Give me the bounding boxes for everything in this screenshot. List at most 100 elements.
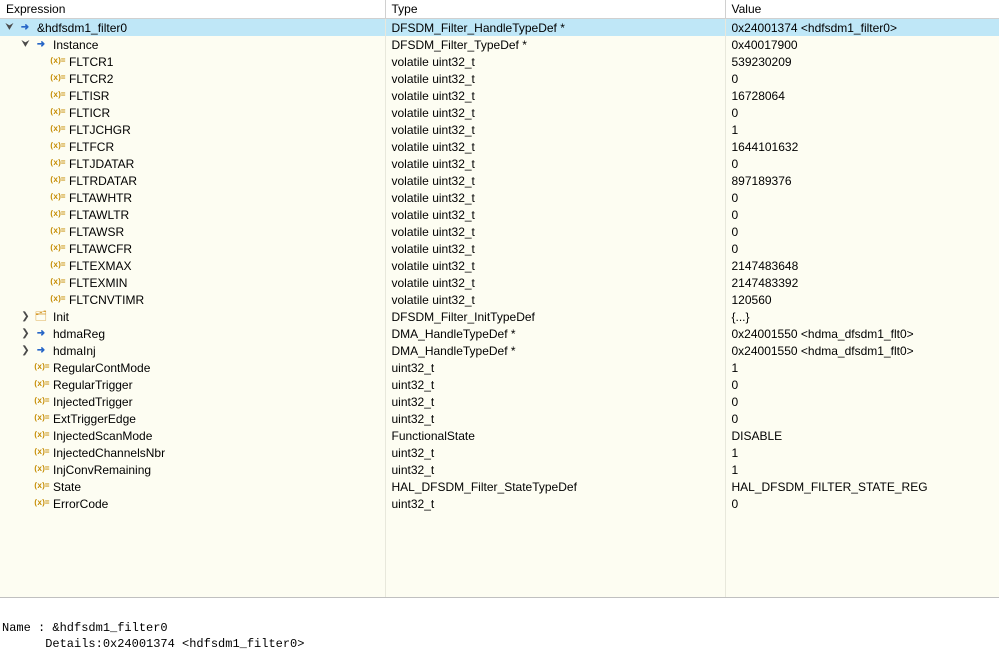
table-row[interactable]: (x)=ErrorCodeuint32_t0 [0, 495, 999, 512]
expander-none [20, 362, 31, 373]
pointer-icon: ➜ [17, 20, 33, 36]
table-row[interactable]: (x)=FLTICRvolatile uint32_t0 [0, 104, 999, 121]
table-row[interactable]: (x)=InjectedScanModeFunctionalStateDISAB… [0, 427, 999, 444]
expander-none [36, 175, 47, 186]
expander-none [36, 260, 47, 271]
table-row[interactable]: (x)=StateHAL_DFSDM_Filter_StateTypeDefHA… [0, 478, 999, 495]
variable-icon: (x)= [49, 258, 65, 274]
value-cell: 2147483648 [725, 257, 999, 274]
expression-name: FLTCR2 [67, 72, 113, 86]
table-row[interactable]: (x)=FLTAWSRvolatile uint32_t0 [0, 223, 999, 240]
expression-name: hdmaInj [51, 344, 96, 358]
value-cell: 539230209 [725, 53, 999, 70]
variable-icon: (x)= [49, 105, 65, 121]
empty-row[interactable] [0, 546, 999, 563]
table-row[interactable]: (x)=FLTCNVTIMRvolatile uint32_t120560 [0, 291, 999, 308]
table-row[interactable]: ⮟➜&hdfsdm1_filter0DFSDM_Filter_HandleTyp… [0, 19, 999, 37]
col-value[interactable]: Value [725, 0, 999, 19]
expander-closed-icon[interactable]: ❯ [20, 328, 31, 339]
expander-none [36, 192, 47, 203]
type-cell: DMA_HandleTypeDef * [385, 342, 725, 359]
table-row[interactable]: ❯➜hdmaInjDMA_HandleTypeDef *0x24001550 <… [0, 342, 999, 359]
variable-icon: (x)= [49, 156, 65, 172]
expander-none [36, 243, 47, 254]
expression-name: ErrorCode [51, 497, 108, 511]
table-row[interactable]: (x)=InjConvRemaininguint32_t1 [0, 461, 999, 478]
table-row[interactable]: (x)=FLTJDATARvolatile uint32_t0 [0, 155, 999, 172]
table-row[interactable]: (x)=FLTFCRvolatile uint32_t1644101632 [0, 138, 999, 155]
expression-name: InjConvRemaining [51, 463, 151, 477]
expression-name: InjectedChannelsNbr [51, 446, 165, 460]
type-cell: FunctionalState [385, 427, 725, 444]
table-row[interactable]: (x)=FLTAWLTRvolatile uint32_t0 [0, 206, 999, 223]
table-row[interactable]: (x)=ExtTriggerEdgeuint32_t0 [0, 410, 999, 427]
table-row[interactable]: (x)=FLTISRvolatile uint32_t16728064 [0, 87, 999, 104]
expander-open-icon[interactable]: ⮟ [4, 22, 15, 33]
table-row[interactable]: ⮟➜InstanceDFSDM_Filter_TypeDef *0x400179… [0, 36, 999, 53]
empty-row[interactable] [0, 580, 999, 597]
table-row[interactable]: ❯➜hdmaRegDMA_HandleTypeDef *0x24001550 <… [0, 325, 999, 342]
variable-icon: (x)= [49, 88, 65, 104]
variable-icon: (x)= [49, 275, 65, 291]
table-row[interactable]: ❯🗂InitDFSDM_Filter_InitTypeDef{...} [0, 308, 999, 325]
table-row[interactable]: (x)=RegularTriggeruint32_t0 [0, 376, 999, 393]
expression-name: Init [51, 310, 69, 324]
expression-name: FLTJDATAR [67, 157, 134, 171]
table-row[interactable]: (x)=InjectedTriggeruint32_t0 [0, 393, 999, 410]
empty-row[interactable] [0, 529, 999, 546]
expander-open-icon[interactable]: ⮟ [20, 39, 31, 50]
expander-none [36, 226, 47, 237]
variable-icon: (x)= [49, 54, 65, 70]
value-cell: 16728064 [725, 87, 999, 104]
value-cell: 0 [725, 410, 999, 427]
variable-icon: (x)= [33, 394, 49, 410]
expression-name: InjectedTrigger [51, 395, 133, 409]
value-cell: 1 [725, 359, 999, 376]
variable-icon: (x)= [33, 428, 49, 444]
type-cell: volatile uint32_t [385, 274, 725, 291]
empty-row[interactable] [0, 563, 999, 580]
type-cell: uint32_t [385, 461, 725, 478]
value-cell: HAL_DFSDM_FILTER_STATE_REG [725, 478, 999, 495]
type-cell: volatile uint32_t [385, 70, 725, 87]
expander-none [20, 413, 31, 424]
expander-none [36, 90, 47, 101]
table-row[interactable]: (x)=FLTCR1volatile uint32_t539230209 [0, 53, 999, 70]
variable-icon: (x)= [33, 360, 49, 376]
variable-icon: (x)= [33, 377, 49, 393]
expander-none [20, 464, 31, 475]
col-expression[interactable]: Expression [0, 0, 385, 19]
table-row[interactable]: (x)=InjectedChannelsNbruint32_t1 [0, 444, 999, 461]
variable-icon: (x)= [33, 496, 49, 512]
type-cell: uint32_t [385, 495, 725, 512]
variable-icon: (x)= [49, 207, 65, 223]
table-row[interactable]: (x)=FLTRDATARvolatile uint32_t897189376 [0, 172, 999, 189]
table-row[interactable]: (x)=FLTCR2volatile uint32_t0 [0, 70, 999, 87]
value-cell: 1644101632 [725, 138, 999, 155]
expander-none [36, 73, 47, 84]
pointer-icon: ➜ [33, 326, 49, 342]
table-row[interactable]: (x)=FLTAWCFRvolatile uint32_t0 [0, 240, 999, 257]
table-row[interactable]: (x)=FLTAWHTRvolatile uint32_t0 [0, 189, 999, 206]
type-cell: uint32_t [385, 444, 725, 461]
expression-name: FLTCNVTIMR [67, 293, 144, 307]
table-row[interactable]: (x)=FLTJCHGRvolatile uint32_t1 [0, 121, 999, 138]
table-row[interactable]: (x)=FLTEXMINvolatile uint32_t2147483392 [0, 274, 999, 291]
variable-icon: (x)= [33, 462, 49, 478]
col-type[interactable]: Type [385, 0, 725, 19]
expression-name: FLTAWHTR [67, 191, 132, 205]
value-cell: 0 [725, 70, 999, 87]
value-cell: 0 [725, 393, 999, 410]
table-row[interactable]: (x)=RegularContModeuint32_t1 [0, 359, 999, 376]
value-cell: 0 [725, 223, 999, 240]
table-row[interactable]: (x)=FLTEXMAXvolatile uint32_t2147483648 [0, 257, 999, 274]
expander-closed-icon[interactable]: ❯ [20, 311, 31, 322]
expression-name: FLTCR1 [67, 55, 113, 69]
expander-closed-icon[interactable]: ❯ [20, 345, 31, 356]
details-pane: Name : &hdfsdm1_filter0 Details:0x240013… [0, 597, 999, 652]
expander-none [36, 56, 47, 67]
variable-icon: (x)= [49, 122, 65, 138]
type-cell: volatile uint32_t [385, 257, 725, 274]
value-cell: 2147483392 [725, 274, 999, 291]
empty-row[interactable] [0, 512, 999, 529]
